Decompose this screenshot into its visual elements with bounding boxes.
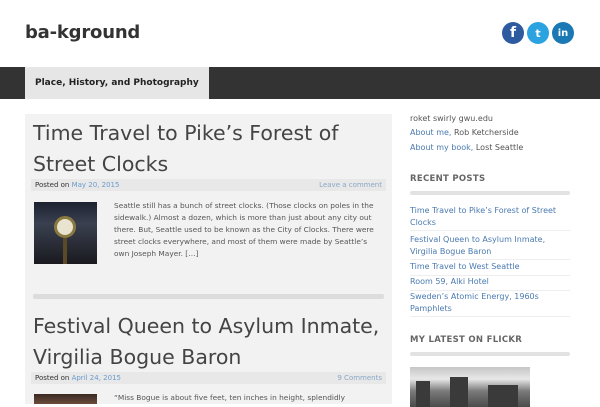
about-me-label: About me,	[410, 128, 454, 137]
photo-building	[450, 377, 468, 407]
recent-post-link[interactable]: Room 59, Alki Hotel	[410, 276, 570, 291]
comments-link[interactable]: Leave a comment	[319, 181, 382, 189]
linkedin-icon[interactable]: in	[552, 22, 574, 44]
recent-post-link[interactable]: Sweden’s Atomic Energy, 1960s Pamphlets	[410, 291, 570, 317]
post-date[interactable]: May 20, 2015	[72, 181, 120, 189]
recent-post-link[interactable]: Time Travel to Pike’s Forest of Street C…	[410, 205, 570, 231]
post-divider	[33, 294, 384, 299]
flickr-heading: MY LATEST ON FLICKR	[410, 335, 523, 345]
about-me-link[interactable]: Rob Ketcherside	[454, 128, 519, 137]
facebook-icon[interactable]: f	[502, 22, 524, 44]
flickr-photo[interactable]	[410, 367, 530, 407]
posted-on-label: Posted on	[35, 374, 70, 382]
comments-link[interactable]: 9 Comments	[337, 374, 382, 382]
site-title[interactable]: ba-kground	[25, 22, 140, 43]
about-book-label: About my book,	[410, 143, 476, 152]
posts-list: Time Travel to Pike’s Forest of Street C…	[25, 114, 392, 404]
main-nav: Place, History, and Photography	[0, 67, 600, 99]
recent-posts-heading: RECENT POSTS	[410, 174, 486, 184]
posted-on-label: Posted on	[35, 181, 70, 189]
photo-building	[488, 385, 518, 407]
photo-building	[416, 381, 430, 407]
sidebar-text: roket swirly gwu.edu	[410, 114, 493, 123]
post-excerpt: “Miss Bogue is about five feet, ten inch…	[114, 393, 346, 402]
post-meta: Posted on April 24, 2015 9 Comments	[31, 372, 386, 384]
post-title[interactable]: Festival Queen to Asylum Inmate, Virgili…	[33, 311, 388, 373]
post-date-line: Posted on May 20, 2015	[35, 181, 119, 189]
heading-divider	[410, 352, 570, 356]
post-thumbnail[interactable]	[34, 202, 97, 264]
twitter-icon[interactable]: t	[527, 22, 549, 44]
recent-post-link[interactable]: Festival Queen to Asylum Inmate, Virgili…	[410, 234, 570, 260]
sidebar-about-book: About my book, Lost Seattle	[410, 143, 523, 152]
post-meta: Posted on May 20, 2015 Leave a comment	[31, 179, 386, 191]
post-excerpt: Seattle still has a bunch of street cloc…	[114, 201, 374, 258]
post-date-line: Posted on April 24, 2015	[35, 374, 121, 382]
clock-pole	[63, 238, 67, 264]
site-header: ba-kground f t in	[0, 0, 600, 67]
heading-divider	[410, 191, 570, 195]
sidebar-about-me: About me, Rob Ketcherside	[410, 128, 519, 137]
clock-icon	[54, 216, 76, 238]
post-thumbnail[interactable]	[34, 394, 97, 404]
post-title[interactable]: Time Travel to Pike’s Forest of Street C…	[33, 118, 388, 180]
about-book-link[interactable]: Lost Seattle	[476, 143, 523, 152]
post-date[interactable]: April 24, 2015	[72, 374, 121, 382]
nav-item-place-history-photography[interactable]: Place, History, and Photography	[25, 67, 209, 99]
recent-post-link[interactable]: Time Travel to West Seattle	[410, 261, 570, 276]
